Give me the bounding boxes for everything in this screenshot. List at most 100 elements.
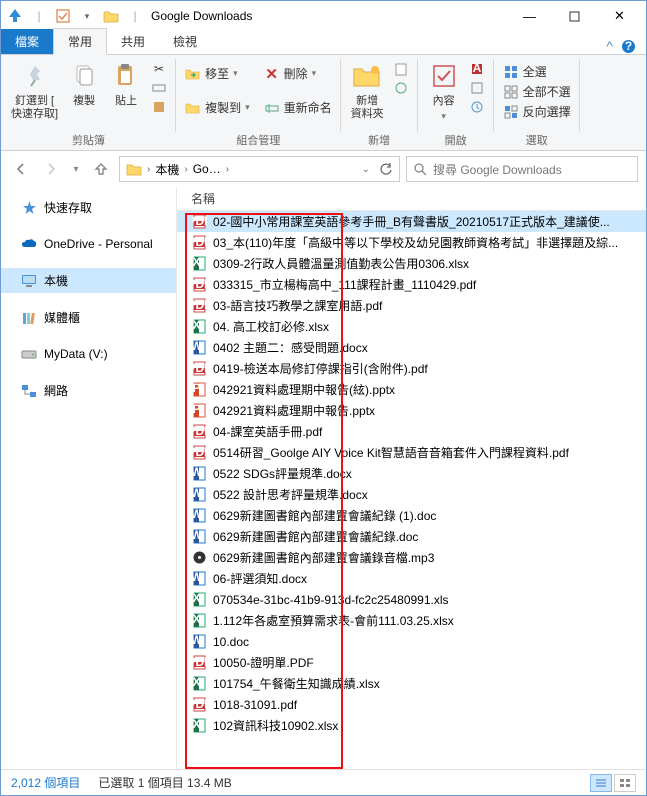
easyaccess-button[interactable] bbox=[390, 79, 412, 97]
pdf-file-icon: PDF bbox=[191, 424, 207, 440]
nav-onedrive[interactable]: OneDrive - Personal bbox=[1, 232, 176, 256]
paste-shortcut-button[interactable] bbox=[148, 98, 170, 116]
file-row[interactable]: W0629新建圖書館內部建置會議紀錄.doc bbox=[177, 526, 646, 547]
xls-file-icon: X bbox=[191, 592, 207, 608]
pdf-file-icon: PDF bbox=[191, 655, 207, 671]
cut-button[interactable]: ✂ bbox=[148, 60, 170, 78]
file-name: 0629新建圖書館內部建置會議紀錄.doc bbox=[213, 528, 418, 545]
maximize-button[interactable] bbox=[552, 2, 597, 30]
file-row[interactable]: PDF0419-檢送本局修訂停課指引(含附件).pdf bbox=[177, 358, 646, 379]
file-row[interactable]: X04. 高工校訂必修.xlsx bbox=[177, 316, 646, 337]
tab-view[interactable]: 檢視 bbox=[159, 29, 211, 54]
breadcrumb-dropdown-icon[interactable]: ⌄ bbox=[358, 164, 374, 175]
back-button[interactable] bbox=[9, 157, 33, 181]
minimize-button[interactable]: — bbox=[507, 2, 552, 30]
xls-file-icon: X bbox=[191, 718, 207, 734]
selectnone-button[interactable]: 全部不選 bbox=[500, 82, 574, 101]
breadcrumb-seg[interactable]: Go… bbox=[189, 162, 225, 176]
file-row[interactable]: PDF04-課室英語手冊.pdf bbox=[177, 421, 646, 442]
refresh-button[interactable] bbox=[375, 162, 397, 176]
file-row[interactable]: PDF1018-31091.pdf bbox=[177, 694, 646, 715]
star-icon bbox=[21, 200, 37, 216]
file-row[interactable]: X0309-2行政人員體溫量測值勤表公告用0306.xlsx bbox=[177, 253, 646, 274]
nav-network[interactable]: 網路 bbox=[1, 378, 176, 403]
moveto-button[interactable]: 移至 ▾ bbox=[182, 64, 253, 83]
chevron-right-icon[interactable]: › bbox=[184, 164, 187, 175]
file-row[interactable]: X070534e-31bc-41b9-913d-fc2c25480991.xls bbox=[177, 589, 646, 610]
scissors-icon: ✂ bbox=[151, 61, 167, 77]
nav-thispc[interactable]: 本機 bbox=[1, 268, 176, 293]
breadcrumb[interactable]: › 本機 › Go… › ⌄ bbox=[119, 156, 400, 182]
selectall-icon bbox=[503, 64, 519, 80]
pin-button[interactable]: 釘選到 [ 快速存取] bbox=[7, 58, 62, 123]
copy-button[interactable]: 複製 bbox=[64, 58, 104, 110]
view-details-button[interactable] bbox=[590, 774, 612, 792]
help-icon[interactable]: ? bbox=[621, 39, 636, 54]
forward-button[interactable] bbox=[39, 157, 63, 181]
history-icon bbox=[469, 99, 485, 115]
group-label: 組合管理 bbox=[236, 132, 280, 149]
file-row[interactable]: PDF0514研習_Goolge AIY Voice Kit智慧語音音箱套件入門… bbox=[177, 442, 646, 463]
nav-libraries[interactable]: 媒體櫃 bbox=[1, 305, 176, 330]
file-row[interactable]: P042921資料處理期中報告(絃).pptx bbox=[177, 379, 646, 400]
file-list[interactable]: PDF02-國中小常用課室英語參考手冊_B有聲書版_20210517正式版本_建… bbox=[177, 211, 646, 769]
breadcrumb-seg[interactable]: 本機 bbox=[151, 161, 183, 178]
file-name: 033315_市立楊梅高中_111課程計畫_1110429.pdf bbox=[213, 276, 476, 293]
file-row[interactable]: W0629新建圖書館內部建置會議紀錄 (1).doc bbox=[177, 505, 646, 526]
newitem-button[interactable] bbox=[390, 60, 412, 78]
file-row[interactable]: PDF03_本(110)年度「高級中等以下學校及幼兒園教師資格考試」非選擇題及綜… bbox=[177, 232, 646, 253]
chevron-right-icon[interactable]: › bbox=[147, 164, 150, 175]
titlebar: | ▾ | Google Downloads — ✕ bbox=[1, 1, 646, 31]
file-name: 0629新建圖書館內部建置會議紀錄 (1).doc bbox=[213, 507, 436, 524]
file-row[interactable]: W0402 主題二：感受問題.docx bbox=[177, 337, 646, 358]
properties-button[interactable]: 內容 ▾ bbox=[424, 58, 464, 124]
paste-button[interactable]: 貼上 bbox=[106, 58, 146, 110]
file-row[interactable]: W10.doc bbox=[177, 631, 646, 652]
file-row[interactable]: X102資訊科技10902.xlsx bbox=[177, 715, 646, 736]
qat-properties-icon[interactable] bbox=[53, 6, 73, 26]
copyto-button[interactable]: 複製到 ▾ bbox=[182, 98, 253, 117]
file-row[interactable]: PDF033315_市立楊梅高中_111課程計畫_1110429.pdf bbox=[177, 274, 646, 295]
svg-text:PDF: PDF bbox=[192, 361, 207, 375]
close-button[interactable]: ✕ bbox=[597, 2, 642, 30]
file-row[interactable]: PDF02-國中小常用課室英語參考手冊_B有聲書版_20210517正式版本_建… bbox=[177, 211, 646, 232]
view-large-button[interactable] bbox=[614, 774, 636, 792]
qat-separator: | bbox=[29, 6, 49, 26]
svg-text:PDF: PDF bbox=[192, 445, 207, 459]
tab-home[interactable]: 常用 bbox=[53, 28, 107, 55]
content-area: 快速存取 OneDrive - Personal 本機 媒體櫃 MyData (… bbox=[1, 187, 646, 769]
open-button[interactable]: A bbox=[466, 60, 488, 78]
file-row[interactable]: X1.112年各處室預算需求表-會前111.03.25.xlsx bbox=[177, 610, 646, 631]
file-row[interactable]: PDF03-語言技巧教學之課室用語.pdf bbox=[177, 295, 646, 316]
network-icon bbox=[21, 383, 37, 399]
tab-file[interactable]: 檔案 bbox=[1, 29, 53, 54]
copypath-button[interactable] bbox=[148, 79, 170, 97]
file-row[interactable]: X101754_午餐衛生知識成績.xlsx bbox=[177, 673, 646, 694]
recent-button[interactable]: ▾ bbox=[69, 157, 83, 181]
file-row[interactable]: P042921資料處理期中報告.pptx bbox=[177, 400, 646, 421]
qat-dropdown-icon[interactable]: ▾ bbox=[77, 6, 97, 26]
selectall-button[interactable]: 全選 bbox=[500, 62, 574, 81]
invert-button[interactable]: 反向選擇 bbox=[500, 102, 574, 121]
chevron-right-icon[interactable]: › bbox=[226, 164, 229, 175]
up-button[interactable] bbox=[89, 157, 113, 181]
newfolder-button[interactable]: 新增 資料夾 bbox=[347, 58, 388, 123]
breadcrumb-root-icon[interactable] bbox=[122, 162, 146, 176]
edit-button[interactable] bbox=[466, 79, 488, 97]
nav-mydata[interactable]: MyData (V:) bbox=[1, 342, 176, 366]
collapse-ribbon-icon[interactable]: ^ bbox=[606, 38, 613, 54]
file-row[interactable]: W06-評選須知.docx bbox=[177, 568, 646, 589]
delete-button[interactable]: ✕刪除 ▾ bbox=[261, 64, 335, 83]
file-row[interactable]: W0522 SDGs評量規準.docx bbox=[177, 463, 646, 484]
file-pane: 名稱 PDF02-國中小常用課室英語參考手冊_B有聲書版_20210517正式版… bbox=[177, 187, 646, 769]
rename-button[interactable]: 重新命名 bbox=[261, 98, 335, 117]
file-row[interactable]: 0629新建圖書館內部建置會議錄音檔.mp3 bbox=[177, 547, 646, 568]
file-row[interactable]: W0522 設計思考評量規準.docx bbox=[177, 484, 646, 505]
tab-share[interactable]: 共用 bbox=[107, 29, 159, 54]
drive-icon bbox=[21, 346, 37, 362]
column-header-name[interactable]: 名稱 bbox=[177, 187, 646, 211]
file-row[interactable]: PDF10050-證明單.PDF bbox=[177, 652, 646, 673]
history-button[interactable] bbox=[466, 98, 488, 116]
nav-quick-access[interactable]: 快速存取 bbox=[1, 195, 176, 220]
search-input[interactable]: 搜尋 Google Downloads bbox=[406, 156, 638, 182]
